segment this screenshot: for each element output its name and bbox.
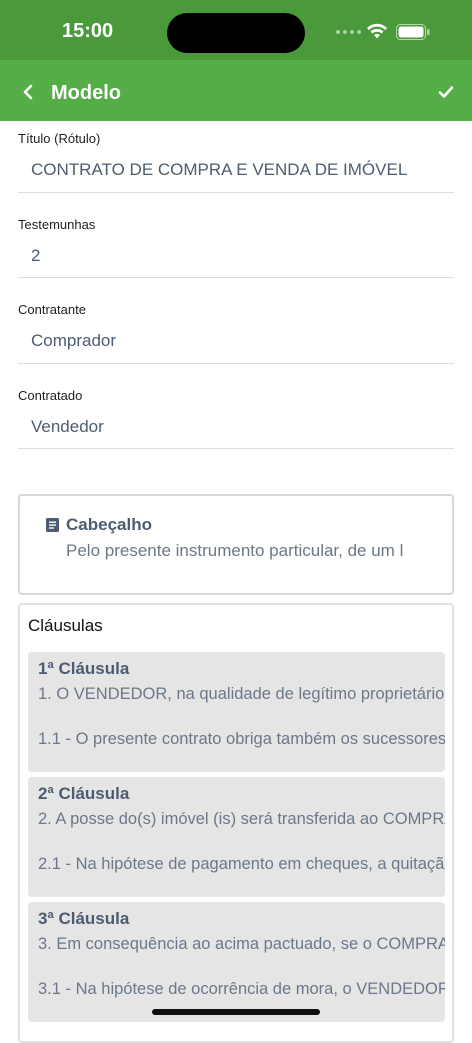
contracted-field[interactable]: Contratado Vendedor bbox=[18, 388, 454, 449]
clause-subtext: 3.1 - Na hipótese de ocorrência de mora,… bbox=[38, 980, 445, 998]
clause-title: 1ª Cláusula bbox=[38, 659, 130, 678]
clause-item[interactable]: 1ª Cláusula 1. O VENDEDOR, na qualidade … bbox=[28, 652, 445, 772]
clause-text: 1. O VENDEDOR, na qualidade de legítimo … bbox=[38, 685, 445, 703]
status-time: 15:00 bbox=[62, 20, 114, 42]
clause-item[interactable]: 2ª Cláusula 2. A posse do(s) imóvel (is)… bbox=[28, 777, 445, 897]
dynamic-island bbox=[167, 13, 305, 53]
clause-title: 2ª Cláusula bbox=[38, 784, 130, 803]
contractor-field-input[interactable]: Comprador bbox=[31, 331, 454, 351]
wifi-icon bbox=[367, 23, 387, 39]
contracted-field-label: Contratado bbox=[18, 388, 83, 403]
clause-subtext: 1.1 - O presente contrato obriga também … bbox=[38, 730, 445, 748]
title-field-input[interactable]: CONTRATO DE COMPRA E VENDA DE IMÓVEL bbox=[31, 160, 454, 180]
witnesses-field[interactable]: Testemunhas 2 bbox=[18, 217, 454, 278]
back-chevron-icon bbox=[23, 84, 33, 100]
clause-text: 3. Em consequência ao acima pactuado, se… bbox=[38, 935, 445, 953]
back-button[interactable] bbox=[14, 78, 42, 106]
document-icon bbox=[46, 518, 59, 532]
header-card[interactable]: Cabeçalho Pelo presente instrumento part… bbox=[18, 494, 454, 595]
field-underline bbox=[18, 277, 454, 278]
save-button[interactable] bbox=[432, 78, 460, 106]
checkmark-icon bbox=[438, 86, 454, 98]
app-bar: Modelo bbox=[0, 60, 472, 121]
title-field-label: Título (Rótulo) bbox=[18, 131, 101, 146]
clauses-card: Cláusulas 1ª Cláusula 1. O VENDEDOR, na … bbox=[18, 603, 454, 1043]
header-card-text: Pelo presente instrumento particular, de… bbox=[66, 541, 404, 560]
witnesses-field-label: Testemunhas bbox=[18, 217, 96, 232]
contractor-field[interactable]: Contratante Comprador bbox=[18, 302, 454, 364]
field-underline bbox=[18, 192, 454, 193]
status-bar: 15:00 bbox=[0, 0, 472, 60]
clause-text: 2. A posse do(s) imóvel (is) será transf… bbox=[38, 810, 445, 828]
home-indicator[interactable] bbox=[152, 1009, 320, 1015]
clause-title: 3ª Cláusula bbox=[38, 909, 130, 928]
battery-icon bbox=[396, 24, 430, 40]
field-underline bbox=[18, 448, 454, 449]
field-underline bbox=[18, 363, 454, 364]
contractor-field-label: Contratante bbox=[18, 302, 86, 317]
clause-subtext: 2.1 - Na hipótese de pagamento em cheque… bbox=[38, 855, 445, 873]
clause-item[interactable]: 3ª Cláusula 3. Em consequência ao acima … bbox=[28, 902, 445, 1022]
signal-icon bbox=[336, 30, 361, 34]
header-card-title: Cabeçalho bbox=[66, 515, 152, 534]
contracted-field-input[interactable]: Vendedor bbox=[31, 417, 454, 437]
page-title: Modelo bbox=[51, 82, 121, 104]
title-field[interactable]: Título (Rótulo) CONTRATO DE COMPRA E VEN… bbox=[18, 131, 454, 193]
clauses-title: Cláusulas bbox=[28, 616, 103, 635]
witnesses-field-input[interactable]: 2 bbox=[31, 246, 454, 266]
